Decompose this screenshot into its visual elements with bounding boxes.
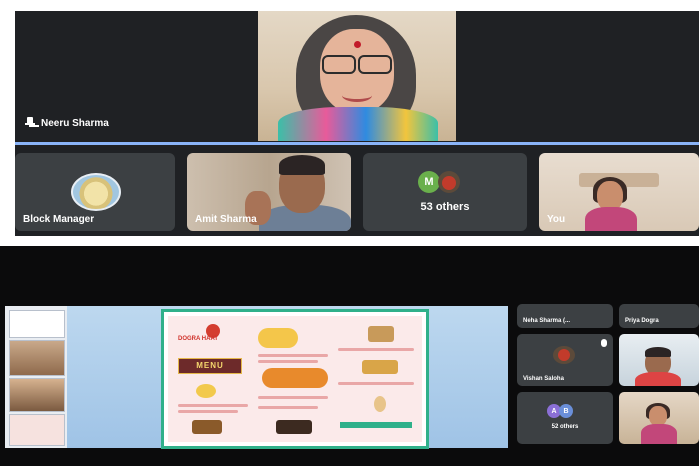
participant-tile-vishan[interactable]: Vishan Saloha <box>517 334 613 386</box>
avatar <box>71 173 121 211</box>
speaker-divider <box>15 142 699 145</box>
others-count: 53 others <box>420 201 470 213</box>
menu-banner: MENU <box>178 358 242 374</box>
pin-icon[interactable] <box>25 117 35 129</box>
food-image <box>196 384 216 398</box>
participant-tile-neha[interactable]: Neha Sharma (... <box>517 304 613 328</box>
food-image <box>262 368 328 388</box>
slide-thumbnail[interactable] <box>9 340 65 376</box>
food-image <box>374 396 386 412</box>
avatar <box>553 346 575 364</box>
speaker-video <box>258 11 456 141</box>
slide-title: DOGRA HAAT <box>178 336 218 342</box>
food-image <box>276 420 312 434</box>
participant-name: Amit Sharma <box>195 214 257 225</box>
presentation-slide: DOGRA HAAT MENU <box>161 309 429 449</box>
participant-tile-you[interactable]: You <box>539 153 699 231</box>
food-image <box>368 326 394 342</box>
slide-thumbnail-panel[interactable] <box>5 306 67 448</box>
avatar: M <box>418 171 440 193</box>
speaker-name-label: Neeru Sharma <box>25 117 109 129</box>
participant-name: Block Manager <box>23 214 95 225</box>
avatar: B <box>559 404 573 418</box>
avatar <box>438 171 460 193</box>
participant-tile-block-manager[interactable]: Block Manager <box>15 153 175 231</box>
slide-thumbnail[interactable] <box>9 310 65 338</box>
participant-name: Vishan Saloha <box>523 376 564 382</box>
mic-icon <box>601 339 607 347</box>
speaker-name: Neeru Sharma <box>41 117 109 129</box>
active-speaker-tile[interactable]: Neeru Sharma <box>15 11 699 141</box>
participant-name: You <box>547 214 566 225</box>
food-image <box>192 420 222 434</box>
slide-thumbnail[interactable] <box>9 378 65 412</box>
slide-accent-bar <box>340 422 412 428</box>
participant-name: Neha Sharma (... <box>523 318 571 324</box>
slide-thumbnail[interactable] <box>9 414 65 446</box>
participant-tile-amit-sharma[interactable]: Amit Sharma <box>187 153 351 231</box>
food-image <box>258 328 298 348</box>
participant-tile-others[interactable]: M 53 others <box>363 153 527 231</box>
participant-grid: Neha Sharma (... Priya Dogra Vishan Salo… <box>517 304 699 444</box>
participant-video-tile[interactable] <box>619 392 699 444</box>
others-count: 52 others <box>551 424 579 430</box>
others-avatars: A B <box>547 404 573 418</box>
meeting-screenshot-bottom: DOGRA HAAT MENU Neha Sharma (... Priya D… <box>0 246 699 466</box>
others-avatars: M <box>418 171 460 193</box>
meeting-screenshot-top: Neeru Sharma Block Manager Amit Sharma M… <box>15 11 699 236</box>
participant-name: Priya Dogra <box>625 318 659 324</box>
food-image <box>362 360 398 374</box>
screen-share-area[interactable]: DOGRA HAAT MENU <box>5 306 508 449</box>
participant-tile-others[interactable]: A B 52 others <box>517 392 613 444</box>
participant-video-tile[interactable] <box>619 334 699 386</box>
participant-tile-priya[interactable]: Priya Dogra <box>619 304 699 328</box>
